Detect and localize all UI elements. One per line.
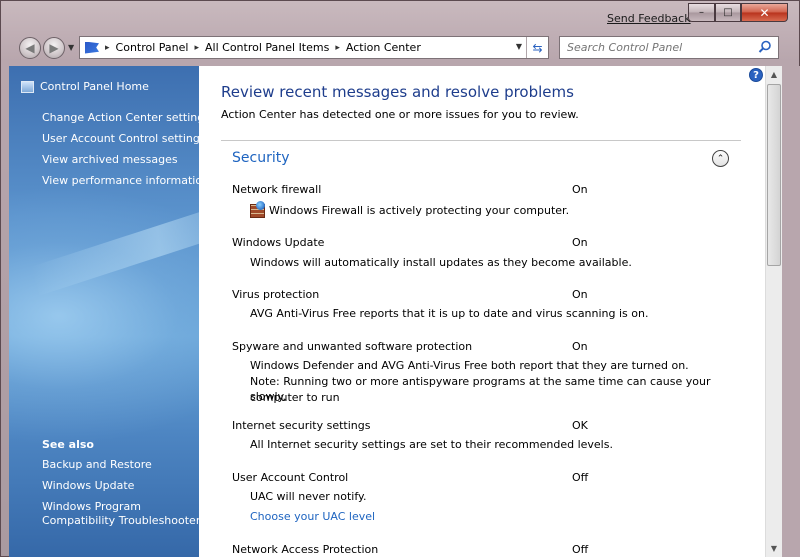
section-divider bbox=[221, 140, 741, 141]
security-item-description: Windows will automatically install updat… bbox=[250, 256, 632, 269]
security-item-status: On bbox=[572, 236, 588, 249]
security-item-status: On bbox=[572, 183, 588, 196]
security-item-description: AVG Anti-Virus Free reports that it is u… bbox=[250, 307, 649, 320]
sidebar-link-windows-update[interactable]: Windows Update bbox=[42, 479, 134, 492]
scrollbar-thumb[interactable] bbox=[767, 84, 781, 266]
security-item-status: On bbox=[572, 288, 588, 301]
sidebar: Control Panel Home Change Action Center … bbox=[9, 66, 199, 557]
security-item-name: Windows Update bbox=[232, 236, 325, 249]
see-also-heading: See also bbox=[42, 438, 94, 451]
security-item-status-partial: Off bbox=[572, 543, 589, 556]
security-item-description: Windows Firewall is actively protecting … bbox=[250, 201, 570, 219]
scroll-down-icon[interactable]: ▼ bbox=[766, 540, 782, 557]
action-center-window: Send Feedback – □ ✕ ◀ ▶ ▼ ▸ Control Pane… bbox=[0, 0, 800, 557]
security-item-name: Spyware and unwanted software protection bbox=[232, 340, 473, 353]
maximize-button[interactable]: □ bbox=[715, 3, 741, 22]
security-item-name: User Account Control bbox=[232, 471, 349, 484]
address-bar[interactable]: ▸ Control Panel ▸ All Control Panel Item… bbox=[79, 36, 549, 59]
security-item-status: On bbox=[572, 340, 588, 353]
sidebar-link-view-performance[interactable]: View performance information bbox=[42, 174, 199, 187]
security-item-description: UAC will never notify. bbox=[250, 490, 367, 503]
security-item-status: Off bbox=[572, 471, 589, 484]
breadcrumb-chevron-icon[interactable]: ▸ bbox=[105, 43, 110, 53]
security-item-description-line: Note: Running two or more antispyware pr… bbox=[250, 375, 711, 404]
breadcrumb-all-items[interactable]: All Control Panel Items bbox=[205, 41, 329, 54]
forward-button[interactable]: ▶ bbox=[43, 37, 65, 59]
page-title: Review recent messages and resolve probl… bbox=[221, 83, 574, 101]
firewall-description-text: Windows Firewall is actively protecting … bbox=[269, 204, 570, 217]
action-center-flag-icon bbox=[85, 41, 99, 54]
main-content: Review recent messages and resolve probl… bbox=[199, 66, 765, 557]
control-panel-icon bbox=[21, 80, 34, 93]
firewall-icon bbox=[250, 201, 265, 218]
sidebar-link-view-archived-messages[interactable]: View archived messages bbox=[42, 153, 178, 166]
security-item-name-partial: Network Access Protection bbox=[232, 543, 379, 556]
security-item-description-line: Windows Defender and AVG Anti-Virus Free… bbox=[250, 359, 689, 372]
send-feedback-link[interactable]: Send Feedback bbox=[607, 12, 691, 25]
sidebar-link-program-compatibility-line2[interactable]: Compatibility Troubleshooter bbox=[42, 514, 199, 527]
forward-arrow-icon: ▶ bbox=[49, 41, 59, 55]
breadcrumb-chevron-icon[interactable]: ▸ bbox=[194, 43, 199, 53]
refresh-icon: ⇆ bbox=[532, 40, 543, 55]
security-item-name: Internet security settings bbox=[232, 419, 371, 432]
sidebar-link-change-action-center-settings[interactable]: Change Action Center settings bbox=[42, 111, 199, 124]
scroll-up-icon[interactable]: ▲ bbox=[766, 66, 782, 83]
search-input[interactable] bbox=[567, 41, 747, 54]
caption-buttons: – □ ✕ bbox=[688, 3, 788, 22]
chevron-up-icon: ⌃ bbox=[716, 153, 725, 164]
breadcrumb-chevron-icon[interactable]: ▸ bbox=[335, 43, 340, 53]
sidebar-link-uac-settings[interactable]: User Account Control settings bbox=[42, 132, 199, 145]
choose-uac-level-link[interactable]: Choose your UAC level bbox=[250, 510, 375, 523]
security-item-description: All Internet security settings are set t… bbox=[250, 438, 613, 451]
back-arrow-icon: ◀ bbox=[25, 41, 35, 55]
security-item-name: Virus protection bbox=[232, 288, 320, 301]
window-frame-right bbox=[782, 66, 800, 557]
back-button[interactable]: ◀ bbox=[19, 37, 41, 59]
address-dropdown-icon[interactable]: ▼ bbox=[516, 42, 522, 51]
refresh-button[interactable]: ⇆ bbox=[526, 37, 548, 58]
vertical-scrollbar[interactable]: ▲ ▼ bbox=[765, 66, 782, 557]
breadcrumb-action-center[interactable]: Action Center bbox=[346, 41, 421, 54]
control-panel-home-label: Control Panel Home bbox=[40, 80, 149, 93]
minimize-button[interactable]: – bbox=[688, 3, 715, 22]
search-icon[interactable] bbox=[758, 40, 772, 54]
security-section-title[interactable]: Security bbox=[232, 150, 290, 166]
collapse-section-button[interactable]: ⌃ bbox=[712, 150, 729, 167]
page-subtitle: Action Center has detected one or more i… bbox=[221, 108, 579, 121]
recent-pages-dropdown[interactable]: ▼ bbox=[68, 43, 74, 52]
security-item-name: Network firewall bbox=[232, 183, 322, 196]
search-box[interactable] bbox=[559, 36, 779, 59]
sidebar-link-program-compatibility[interactable]: Windows Program bbox=[42, 500, 141, 513]
breadcrumb-control-panel[interactable]: Control Panel bbox=[116, 41, 189, 54]
security-item-status: OK bbox=[572, 419, 588, 432]
close-button[interactable]: ✕ bbox=[741, 3, 788, 22]
control-panel-home-link[interactable]: Control Panel Home bbox=[21, 80, 149, 93]
help-icon[interactable]: ? bbox=[749, 68, 763, 82]
sidebar-link-backup-restore[interactable]: Backup and Restore bbox=[42, 458, 152, 471]
security-item-description-line: slowly. bbox=[250, 390, 287, 403]
